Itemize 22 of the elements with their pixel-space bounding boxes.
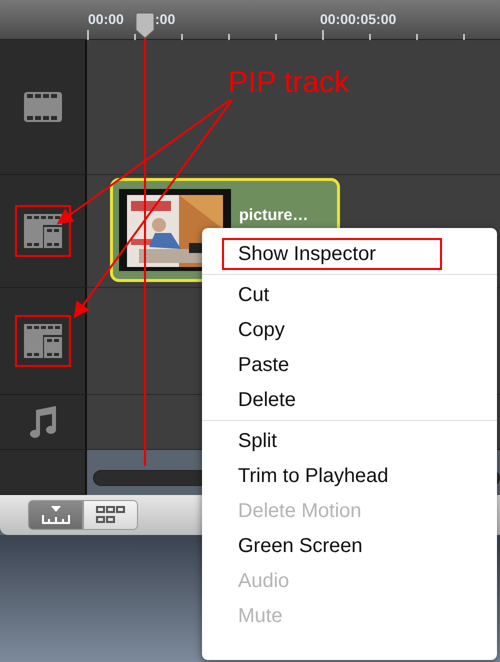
- menu-item[interactable]: Trim to Playhead: [202, 460, 497, 492]
- time-label: 00:00:05:00: [320, 10, 396, 29]
- timeline-view-icon: [40, 505, 70, 525]
- menu-item[interactable]: Copy: [202, 314, 497, 346]
- menu-item[interactable]: Paste: [202, 349, 497, 381]
- menu-item[interactable]: Split: [202, 425, 497, 457]
- playhead[interactable]: [133, 12, 157, 466]
- grid-view-icon: [94, 505, 126, 525]
- clip-title: picture…: [239, 208, 308, 224]
- annotation-label: PIP track: [228, 68, 350, 98]
- time-label: :00: [155, 10, 176, 29]
- film-strip-icon: [22, 91, 62, 123]
- menu-item[interactable]: Green Screen: [202, 530, 497, 562]
- menu-item[interactable]: Show Inspector: [222, 238, 442, 270]
- menu-item[interactable]: Cut: [202, 279, 497, 311]
- view-toggle-button[interactable]: [28, 500, 83, 530]
- picture-in-picture-track-icon: [22, 213, 62, 249]
- timeline-ruler[interactable]: 00:00 :00 00:00:05:00: [0, 0, 500, 40]
- time-label: 00:00: [88, 10, 124, 29]
- menu-item[interactable]: Delete: [202, 384, 497, 416]
- picture-in-picture-track-icon: [22, 323, 62, 359]
- view-toggle-button[interactable]: [83, 500, 138, 530]
